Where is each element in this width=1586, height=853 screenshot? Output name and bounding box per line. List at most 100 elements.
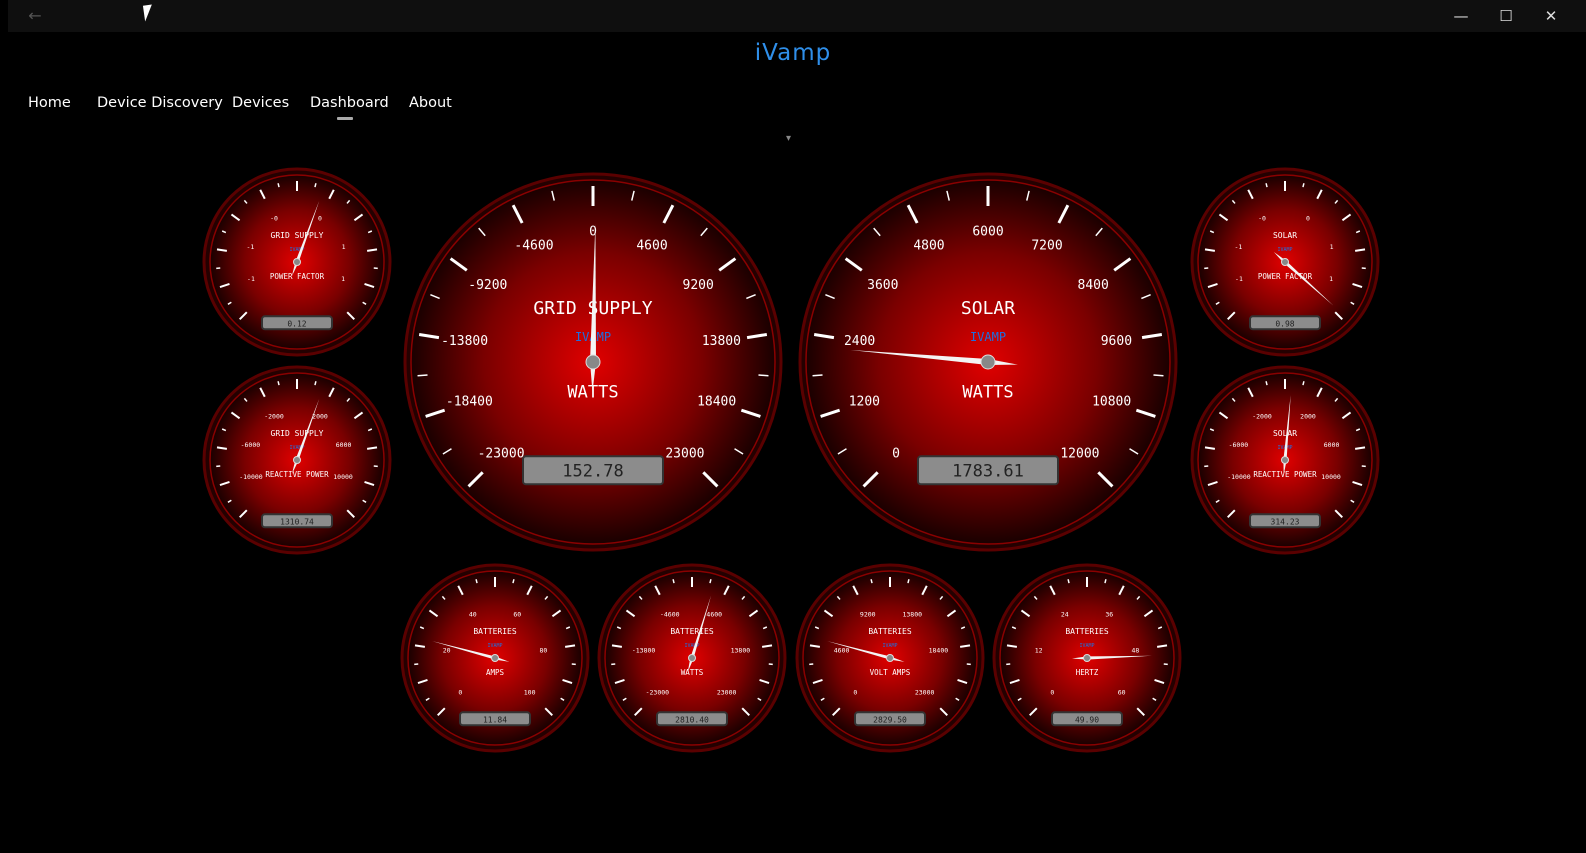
gauge-batteries-hertz: 0 12 24 36 48 60 BATTERIES IVAMP HERTZ 49.90 (992, 563, 1182, 753)
gauge-tick-label: 20 (443, 646, 451, 654)
gauge-tick-label: 48 (1131, 646, 1139, 654)
gauge-unit: HERTZ (1076, 668, 1099, 677)
gauge-tick-label: 8400 (1078, 278, 1109, 293)
gauge-dial: 0 1200 2400 3600 4800 6000 7200 8400 9600 10800 12… (798, 172, 1178, 552)
gauge-tick (758, 374, 769, 377)
gauge-dial: -6000-20002000600010000-10000SOLARIVAMPR… (1190, 365, 1380, 555)
gauge-tick-label: 9600 (1101, 334, 1132, 349)
gauge-tick-label: 2400 (844, 334, 875, 349)
gauge-tick-label: 60 (1118, 689, 1126, 697)
nav-device-discovery[interactable]: Device Discovery (97, 95, 223, 111)
gauge-tick-label: 36 (1105, 610, 1113, 618)
gauge-dial: -1-0 011-1GRID SUPPLYIVAMPPOWER FACTOR0.1… (202, 167, 392, 357)
gauge-display-value: 152.78 (562, 461, 623, 481)
gauge-display-value: 314.23 (1271, 517, 1300, 526)
gauge-tick (907, 579, 910, 584)
gauge-brand: IVAMP (1277, 247, 1292, 253)
gauge-display-value: 1783.61 (952, 461, 1024, 481)
gauge-grid-reactive-power: -6000 -2000 2000 6000 10000 -10000 GRID SUPPLY… (202, 365, 392, 555)
maximize-button[interactable]: ☐ (1483, 0, 1529, 32)
nav-about[interactable]: About (409, 95, 452, 111)
gauge-tick-label: 18400 (697, 395, 736, 410)
gauge-tick (314, 183, 317, 188)
gauge-unit: POWER FACTOR (270, 272, 325, 281)
gauge-tick-label: -0 (1258, 215, 1266, 223)
gauge-tick (672, 579, 675, 584)
gauge-tick-label: 3600 (867, 278, 898, 293)
gauge-title: SOLAR (1273, 429, 1297, 438)
gauge-tick-label: 4600 (706, 610, 722, 618)
gauge-unit: WATTS (962, 382, 1013, 402)
gauge-tick-label: 1200 (849, 395, 880, 410)
gauge-tick-label: -2000 (264, 413, 284, 421)
gauge-tick-label: 40 (469, 610, 477, 618)
gauge-tick (709, 579, 712, 584)
gauge-tick-label: 13800 (702, 334, 741, 349)
gauge-tick-label: -1 (246, 243, 254, 251)
gauge-tick (475, 579, 478, 584)
minimize-button[interactable]: — (1438, 0, 1484, 32)
gauge-tick-label: 12 (1035, 646, 1043, 654)
gauge-solar-watts: 0 1200 2400 3600 4800 6000 7200 8400 9600 10800 12… (798, 172, 1178, 552)
nav-dashboard[interactable]: Dashboard (310, 95, 389, 111)
gauge-batteries-amps: 0 20 40 60 80 100 BATTERIES IVAMP AMPS 11.84 (400, 563, 590, 753)
window-titlebar: ← — ☐ ✕ (8, 0, 1586, 32)
gauge-tick-label: 13800 (731, 646, 751, 654)
gauge-title: GRID SUPPLY (271, 231, 324, 240)
gauge-tick (314, 381, 317, 386)
back-button[interactable]: ← (20, 5, 50, 27)
gauge-brand: IVAMP (882, 643, 897, 649)
gauge-unit: VOLT AMPS (870, 668, 911, 677)
gauge-tick-label: 0 (1306, 215, 1310, 223)
gauge-tick-label: 24 (1061, 610, 1069, 618)
gauge-hub (980, 354, 996, 370)
gauge-tick (1067, 579, 1070, 584)
gauge-tick (417, 374, 428, 377)
gauge-display-value: 1310.74 (280, 517, 314, 526)
gauge-tick-label: -6000 (1229, 441, 1249, 449)
gauge-tick (1265, 183, 1268, 188)
gauge-brand: IVAMP (487, 643, 502, 649)
gauge-title: BATTERIES (868, 627, 912, 636)
gauge-tick-label: 4600 (636, 239, 667, 254)
gauge-tick-label: 80 (539, 646, 547, 654)
gauge-tick-label: -1 (1235, 275, 1243, 283)
gauge-tick-label: 9200 (860, 610, 876, 618)
gauge-tick (1265, 381, 1268, 386)
gauge-tick (1153, 374, 1164, 377)
gauge-tick-label: 23000 (717, 689, 737, 697)
nav-home[interactable]: Home (28, 95, 71, 111)
gauge-tick (277, 381, 280, 386)
gauge-tick-label: -23000 (478, 446, 525, 461)
gauge-title: BATTERIES (1065, 627, 1109, 636)
close-button[interactable]: ✕ (1528, 0, 1574, 32)
gauge-hub (688, 654, 696, 662)
gauge-tick-label: 23000 (665, 446, 704, 461)
gauge-tick-label: 9200 (683, 278, 714, 293)
nav-devices[interactable]: Devices (232, 95, 289, 111)
gauge-tick-label: 6000 (336, 441, 352, 449)
nav-selected-indicator (337, 117, 353, 120)
gauge-tick-label: 60 (513, 610, 521, 618)
gauge-hub (1281, 456, 1289, 464)
gauge-title: SOLAR (961, 298, 1015, 319)
gauge-hub (886, 654, 894, 662)
gauge-title: BATTERIES (473, 627, 517, 636)
gauge-dial: -23000 -18400 -13800 -9200 -4600 0 4600 9200 138… (403, 172, 783, 552)
gauge-dial: 0 12 24 36 48 60 BATTERIES IVAMP HERTZ 49.90 (992, 563, 1182, 753)
gauge-tick-label: 13800 (902, 610, 922, 618)
gauge-tick-label: -4600 (660, 610, 680, 618)
gauge-tick-label: -2000 (1252, 413, 1272, 421)
gauge-tick (1104, 579, 1107, 584)
gauge-tick-label: -13800 (632, 646, 656, 654)
gauge-display-value: 0.12 (287, 319, 306, 328)
gauge-tick-label: -18400 (446, 395, 493, 410)
gauge-tick (812, 374, 823, 377)
gauge-grid-power-factor: -1 -0 0 1 1 -1 GRID SUPPLY IVAMP POWER FACTOR 0.1… (202, 167, 392, 357)
chevron-down-icon[interactable]: ▾ (786, 133, 791, 144)
gauge-tick-label: 0 (1050, 689, 1054, 697)
gauge-tick-label: 6000 (972, 225, 1003, 240)
gauge-tick (512, 579, 515, 584)
gauge-tick-label: 1 (1329, 275, 1333, 283)
gauge-tick (870, 579, 873, 584)
